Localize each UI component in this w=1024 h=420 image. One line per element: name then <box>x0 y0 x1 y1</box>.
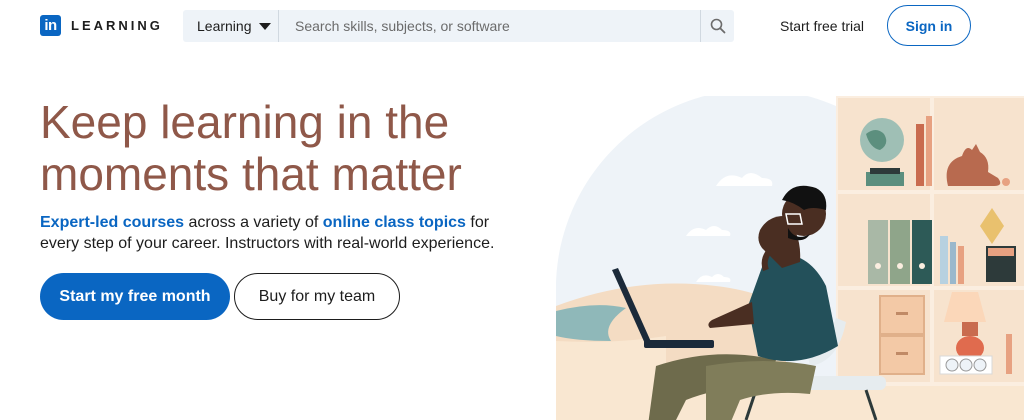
hero-title: Keep learning in the moments that matter <box>40 96 462 200</box>
start-free-month-button[interactable]: Start my free month <box>40 273 230 320</box>
sign-in-button[interactable]: Sign in <box>887 5 971 46</box>
linkedin-logo-icon: in <box>40 15 61 36</box>
subtitle-text-1: across a variety of <box>184 214 323 231</box>
search-bar: Learning <box>183 10 734 42</box>
buy-for-team-button[interactable]: Buy for my team <box>234 273 400 320</box>
expert-led-courses-link[interactable]: Expert-led courses <box>40 214 184 231</box>
linkedin-learning-logo[interactable]: in LEARNING <box>40 15 163 36</box>
search-scope-label: Learning <box>197 18 252 34</box>
logo-text: LEARNING <box>71 18 163 33</box>
start-free-trial-link[interactable]: Start free trial <box>780 18 864 34</box>
caret-down-icon <box>258 22 271 30</box>
hero-illustration <box>556 96 1024 420</box>
online-class-topics-link[interactable]: online class topics <box>323 214 466 231</box>
search-scope-dropdown[interactable]: Learning <box>183 10 279 42</box>
search-icon <box>710 18 725 34</box>
top-nav: in LEARNING Learning Start free trial Si… <box>0 0 1024 52</box>
search-input[interactable] <box>279 10 700 42</box>
search-button[interactable] <box>700 10 734 42</box>
hero-subtitle: Expert-led courses across a variety of o… <box>40 212 520 254</box>
